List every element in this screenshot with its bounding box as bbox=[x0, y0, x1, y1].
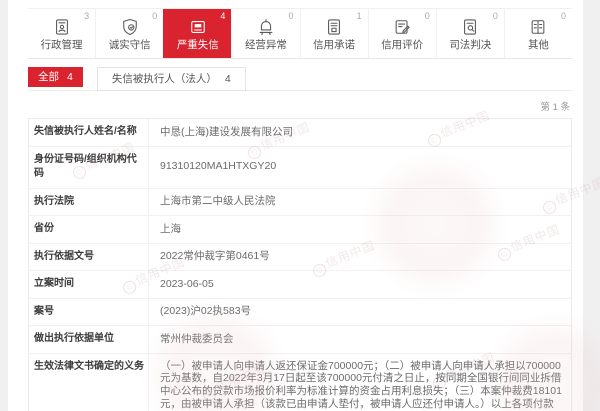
row-label: 失信被执行人姓名/名称 bbox=[29, 119, 149, 146]
row-value: 上海市第二中级人民法院 bbox=[160, 195, 276, 208]
content-panel: 3 行政管理 0 诚实守信 4 严重失信 0 经营异常 1 信用承诺 0 信用评… bbox=[8, 0, 583, 411]
top-tab-1[interactable]: 3 行政管理 bbox=[28, 9, 96, 58]
table-row: 失信被执行人姓名/名称 中恳(上海)建设发展有限公司 bbox=[29, 119, 571, 146]
shield-badge-icon bbox=[120, 16, 140, 38]
filter-tab-2[interactable]: 失信被执行人（法人） 4 bbox=[96, 66, 246, 91]
filter-tab-1[interactable]: 全部 4 bbox=[28, 66, 83, 87]
record-index: 第 1 条 bbox=[540, 102, 570, 113]
top-tab-6[interactable]: 0 信用评价 bbox=[367, 9, 436, 58]
tab-count-badge: 1 bbox=[356, 11, 362, 21]
tab-count-badge: 0 bbox=[288, 11, 294, 21]
filter-tab-label: 全部 bbox=[38, 70, 59, 83]
table-row: 做出执行依据单位 常州仲裁委员会 bbox=[29, 325, 571, 353]
table-row: 执行依据文号 2022常仲裁字第0461号 bbox=[29, 242, 571, 270]
tab-count-badge: 0 bbox=[492, 11, 498, 21]
top-tab-8[interactable]: 0 其他 bbox=[503, 9, 572, 58]
tab-label: 司法判决 bbox=[449, 39, 492, 52]
dishonesty-card-icon bbox=[188, 16, 208, 38]
row-label: 身份证号码/组织机构代码 bbox=[29, 146, 149, 188]
row-value: 常州仲裁委员会 bbox=[160, 332, 234, 345]
tab-label: 经营异常 bbox=[244, 39, 287, 52]
table-row: 案号 (2023)沪02执583号 bbox=[29, 297, 571, 325]
top-tab-4[interactable]: 0 经营异常 bbox=[231, 9, 300, 58]
table-row: 立案时间 2023-06-05 bbox=[29, 270, 571, 298]
top-tab-5[interactable]: 1 信用承诺 bbox=[299, 9, 368, 58]
detail-table: 失信被执行人姓名/名称 中恳(上海)建设发展有限公司 身份证号码/组织机构代码 … bbox=[28, 118, 572, 411]
tab-label: 信用承诺 bbox=[313, 39, 356, 52]
filter-tab-count: 4 bbox=[67, 70, 73, 83]
row-label: 做出执行依据单位 bbox=[29, 326, 149, 353]
doc-person-icon bbox=[52, 16, 72, 38]
doc-seal-icon bbox=[324, 16, 344, 38]
row-value: 91310120MA1HTXGY20 bbox=[160, 160, 277, 173]
tab-count-badge: 0 bbox=[424, 11, 430, 21]
table-row: 身份证号码/组织机构代码 91310120MA1HTXGY20 bbox=[29, 145, 571, 188]
row-value: 上海 bbox=[160, 222, 181, 235]
doc-edit-icon bbox=[392, 16, 412, 38]
tab-count-badge: 0 bbox=[560, 11, 566, 21]
row-label: 生效法律文书确定的义务 bbox=[29, 353, 149, 411]
doc-search-icon bbox=[460, 16, 480, 38]
table-row: 执行法院 上海市第二中级人民法院 bbox=[29, 187, 571, 215]
doc-other-icon bbox=[528, 16, 548, 38]
tab-label: 行政管理 bbox=[40, 39, 83, 52]
row-label: 执行法院 bbox=[29, 188, 149, 215]
tab-label: 其他 bbox=[527, 39, 549, 52]
row-label: 案号 bbox=[29, 298, 149, 325]
row-label: 立案时间 bbox=[29, 271, 149, 298]
tab-label: 信用评价 bbox=[381, 39, 424, 52]
filter-tab-label: 失信被执行人（法人） bbox=[111, 72, 217, 85]
row-value: （一）被申请人向申请人返还保证金700000元；（二）被申请人向申请人承担以70… bbox=[160, 359, 562, 411]
tab-count-badge: 3 bbox=[84, 11, 90, 21]
top-tab-2[interactable]: 0 诚实守信 bbox=[95, 9, 164, 58]
row-value: 2022常仲裁字第0461号 bbox=[160, 250, 270, 263]
tab-count-badge: 0 bbox=[152, 11, 158, 21]
tab-label: 诚实守信 bbox=[108, 39, 151, 52]
row-value: 2023-06-05 bbox=[160, 277, 214, 290]
top-tab-strip: 3 行政管理 0 诚实守信 4 严重失信 0 经营异常 1 信用承诺 0 信用评… bbox=[28, 8, 572, 59]
filter-tab-bar: 全部 4 失信被执行人（法人） 4 bbox=[28, 66, 572, 91]
tab-label: 严重失信 bbox=[176, 39, 219, 52]
top-tab-3[interactable]: 4 严重失信 bbox=[163, 9, 232, 58]
table-row: 生效法律文书确定的义务 （一）被申请人向申请人返还保证金700000元；（二）被… bbox=[29, 352, 571, 411]
row-label: 执行依据文号 bbox=[29, 243, 149, 270]
row-value: (2023)沪02执583号 bbox=[160, 305, 252, 318]
filter-tab-count: 4 bbox=[224, 72, 231, 85]
tab-count-badge: 4 bbox=[220, 11, 226, 21]
table-row: 省份 上海 bbox=[29, 215, 571, 243]
row-label: 省份 bbox=[29, 216, 149, 243]
alarm-bell-icon bbox=[256, 16, 276, 38]
row-value: 中恳(上海)建设发展有限公司 bbox=[160, 125, 293, 138]
top-tab-7[interactable]: 0 司法判决 bbox=[435, 9, 504, 58]
